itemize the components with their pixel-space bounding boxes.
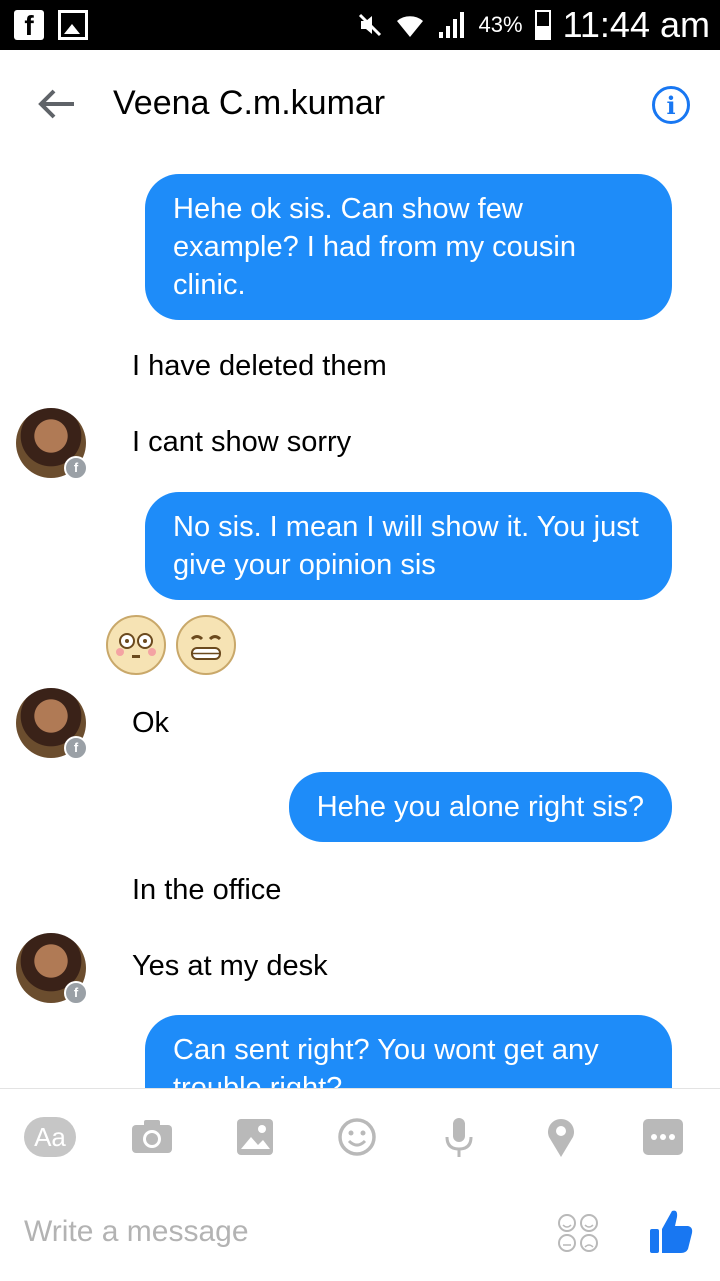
facebook-badge-icon: f	[64, 456, 88, 480]
sent-message[interactable]: No sis. I mean I will show it. You just …	[145, 492, 672, 600]
avatar[interactable]: f	[16, 688, 88, 760]
message-input[interactable]: Write a message	[24, 1215, 249, 1249]
message-text: Can sent right? You wont get any trouble…	[173, 1034, 599, 1088]
sent-message[interactable]: Hehe ok sis. Can show few example? I had…	[145, 174, 672, 320]
text-format-button[interactable]: Aa	[24, 1117, 76, 1157]
location-icon[interactable]	[535, 1117, 587, 1157]
back-arrow-icon[interactable]	[34, 82, 78, 126]
battery-percent: 43%	[478, 12, 523, 37]
message-text: Hehe you alone right sis?	[316, 791, 644, 823]
sent-message[interactable]: Hehe you alone right sis?	[288, 772, 672, 842]
grimacing-face-emoji[interactable]	[176, 615, 236, 675]
received-message[interactable]: Yes at my desk	[132, 950, 328, 983]
received-message[interactable]: I have deleted them	[132, 350, 387, 383]
conversation-header: Veena C.m.kumar i	[0, 50, 720, 162]
avatar[interactable]: f	[16, 933, 88, 1005]
emoji-icon[interactable]	[331, 1117, 383, 1157]
received-message[interactable]: In the office	[132, 874, 281, 907]
more-icon[interactable]	[637, 1117, 689, 1157]
message-text: Hehe ok sis. Can show few example? I had…	[173, 193, 576, 301]
sticker-icon[interactable]	[556, 1213, 600, 1253]
facebook-badge-icon: f	[64, 736, 88, 760]
microphone-icon[interactable]	[433, 1117, 485, 1157]
flushed-face-emoji[interactable]	[106, 615, 166, 675]
camera-icon[interactable]	[126, 1117, 178, 1157]
sent-message[interactable]: Can sent right? You wont get any trouble…	[145, 1015, 672, 1088]
signal-icon	[438, 12, 464, 38]
facebook-icon: f	[14, 10, 44, 41]
received-message[interactable]: Ok	[132, 707, 169, 740]
wifi-icon	[396, 16, 423, 37]
facebook-badge-icon: f	[64, 981, 88, 1005]
clock: 11:44 am	[562, 4, 710, 45]
received-message[interactable]: I cant show sorry	[132, 426, 351, 459]
message-list[interactable]: Hehe ok sis. Can show few example? I had…	[0, 162, 720, 1088]
info-icon[interactable]: i	[652, 86, 690, 124]
thumbs-up-icon[interactable]	[648, 1207, 694, 1255]
message-text: No sis. I mean I will show it. You just …	[173, 511, 639, 581]
battery-icon	[534, 10, 551, 40]
gallery-icon[interactable]	[229, 1117, 281, 1157]
image-icon	[58, 10, 88, 40]
avatar[interactable]: f	[16, 408, 88, 480]
composer: Aa Write a message	[0, 1088, 720, 1281]
status-bar: f 43% 11:44 am	[0, 0, 720, 50]
contact-name[interactable]: Veena C.m.kumar	[113, 84, 385, 123]
mute-icon	[358, 13, 381, 37]
